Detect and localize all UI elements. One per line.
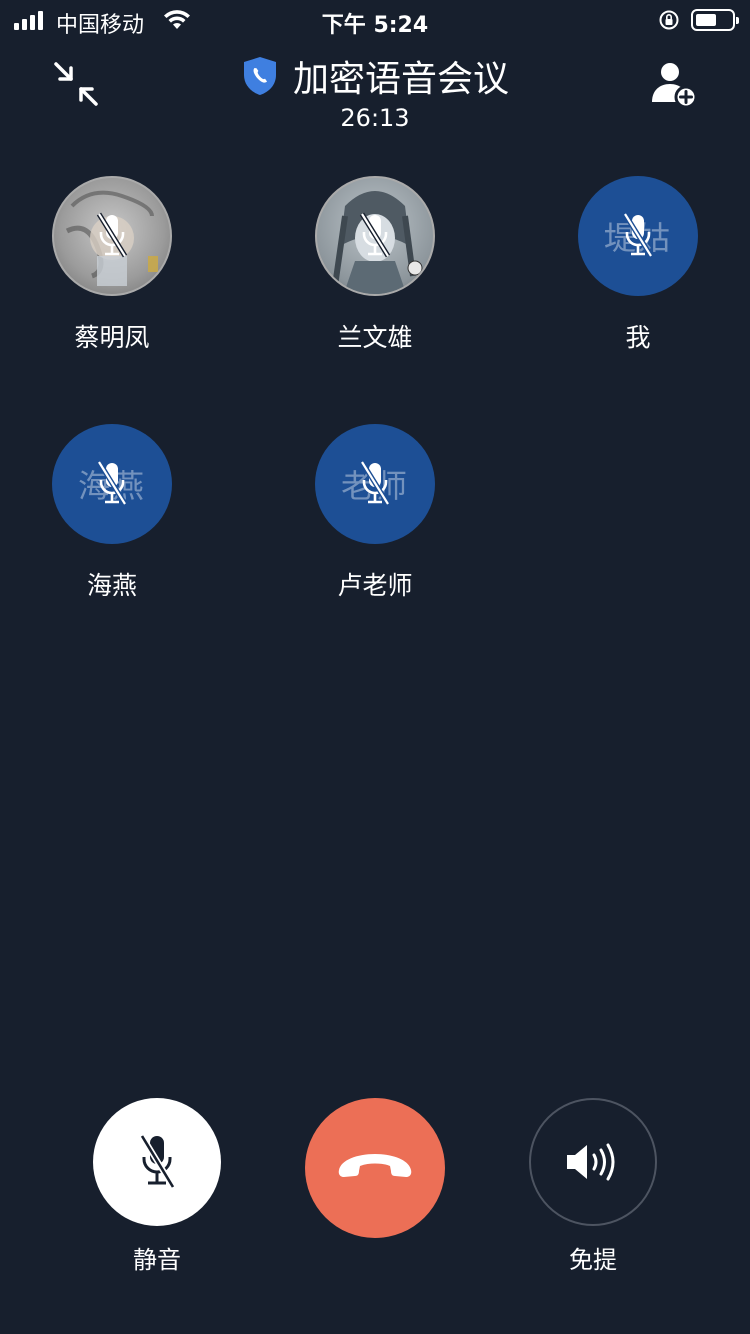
avatar: 堤姑 <box>578 176 698 296</box>
participant-me[interactable]: 堤姑 我 <box>558 176 718 354</box>
rotation-lock-icon <box>659 10 679 30</box>
mute-label: 静音 <box>133 1246 181 1274</box>
battery-icon <box>691 9 739 31</box>
call-header: 加密语音会议 26:13 <box>0 50 750 132</box>
participant-name: 卢老师 <box>337 571 413 600</box>
avatar: 海燕 <box>52 424 172 544</box>
avatar <box>52 176 172 296</box>
mute-button[interactable] <box>93 1098 221 1226</box>
avatar <box>315 176 435 296</box>
muted-mic-icon <box>359 460 391 506</box>
hangup-button[interactable] <box>305 1098 445 1238</box>
hangup-phone-icon <box>338 1154 412 1177</box>
participant-name: 我 <box>625 323 651 352</box>
add-participant-icon[interactable] <box>648 58 700 110</box>
speaker-label: 免提 <box>569 1246 617 1274</box>
muted-mic-icon <box>139 1134 176 1189</box>
speaker-button[interactable] <box>529 1098 657 1226</box>
status-bar: 中国移动 下午 5:24 <box>0 0 750 40</box>
call-duration: 26:13 <box>340 104 410 132</box>
avatar: 老师 <box>315 424 435 544</box>
muted-mic-icon <box>622 212 654 258</box>
participant-haiyan[interactable]: 海燕 海燕 <box>32 424 192 602</box>
participant-lulaoshi[interactable]: 老师 卢老师 <box>295 424 455 602</box>
participant-name: 蔡明凤 <box>74 323 150 352</box>
hangup-control <box>305 1098 445 1238</box>
muted-mic-icon <box>359 212 391 258</box>
muted-mic-icon <box>96 212 128 258</box>
speaker-control: 免提 <box>528 1098 658 1275</box>
participant-name: 海燕 <box>86 571 137 600</box>
participant-name: 兰文雄 <box>337 323 413 352</box>
muted-mic-icon <box>96 460 128 506</box>
speaker-icon <box>567 1143 615 1181</box>
mute-control: 静音 <box>92 1098 222 1275</box>
encrypted-shield-icon <box>243 57 276 95</box>
call-title: 加密语音会议 <box>292 59 509 100</box>
participant-caimingfeng[interactable]: 蔡明凤 <box>32 176 192 354</box>
participant-lanwenxiong[interactable]: 兰文雄 <box>295 176 455 354</box>
clock: 下午 5:24 <box>321 13 429 38</box>
